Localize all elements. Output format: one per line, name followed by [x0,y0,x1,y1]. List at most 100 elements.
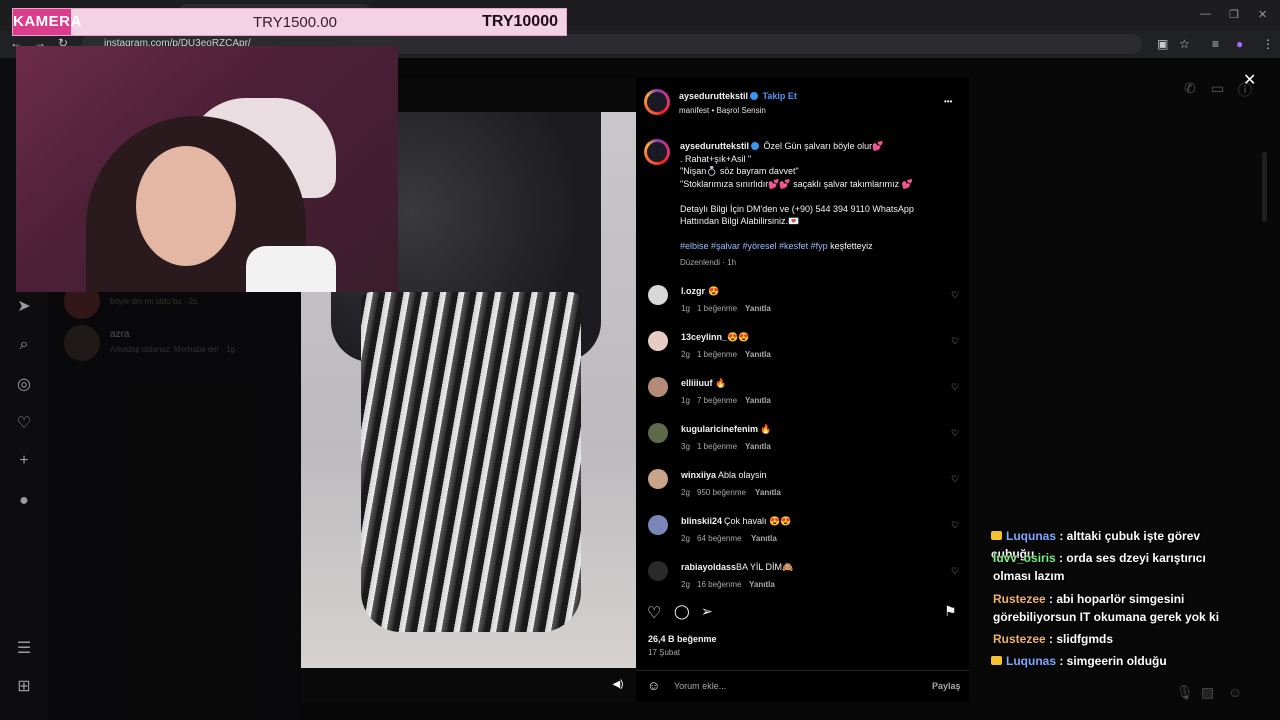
comment-time: 3g [681,442,690,451]
comment-user[interactable]: l.ozgr [681,286,705,296]
comment-like-icon[interactable]: ♡ [951,428,959,439]
caption-author[interactable]: ayseduruttekstil [680,141,749,151]
caption-avatar[interactable] [644,139,670,165]
chat-user: Luqunas [1006,654,1056,668]
create-plus-icon[interactable]: + [14,452,34,470]
playlist-icon[interactable]: ≡ [1212,37,1219,51]
comment-text: Abla olaysin [718,470,767,480]
minimize-icon[interactable]: — [1200,8,1211,20]
comment-bubble-icon[interactable]: ◯ [674,603,690,620]
close-icon[interactable]: ✕ [1243,70,1256,90]
hashtags: #elbise #şalvar #yöresel #kesfet #fyp ke… [680,241,873,251]
chat-text: : simgeerin olduğu [1059,654,1167,668]
chat-user: Rustezee [993,592,1046,606]
comment-time: 2g [681,534,690,543]
commenter-avatar[interactable] [648,377,668,397]
comment-text: 😍 [708,286,720,296]
reply-link[interactable]: Yanıtla [745,304,771,313]
commenter-avatar[interactable] [648,285,668,305]
donation-goal: TRY10000 [482,13,558,30]
follow-button[interactable]: Takip Et [763,91,797,101]
comment-time: 1g [681,396,690,405]
caption-line: "Stoklarımıza sınırlıdır💕💕 saçaklı şalva… [680,179,913,189]
comment-time: 2g [681,350,690,359]
commenter-avatar[interactable] [648,469,668,489]
comment-likes[interactable]: 1 beğenme [697,350,737,359]
messages-icon[interactable]: ➤ [14,296,34,316]
post-author[interactable]: ayseduruttekstil Takip Et [679,91,797,101]
meta-apps-icon[interactable]: ⊞ [14,676,34,696]
profile-avatar-icon[interactable]: ● [14,492,34,510]
bookmark-star-icon[interactable]: ☆ [1179,37,1190,51]
comment-likes[interactable]: 64 beğenme [697,534,741,543]
bookmark-icon[interactable]: ⚑ [944,603,957,620]
chat-message: Rustezee : abi hoparlör simgesini görebi… [993,590,1243,626]
comment-user[interactable]: 13ceylinn_ [681,332,727,342]
reply-link[interactable]: Yanıtla [749,580,775,589]
hashtag-links[interactable]: #elbise #şalvar #yöresel #kesfet #fyp [680,241,828,251]
comment-likes[interactable]: 7 beğenme [697,396,737,405]
comment-text: 🔥 [715,378,727,388]
comment-user[interactable]: blinskii24 [681,516,722,526]
audio-label[interactable]: manifest • Başrol Sensin [679,106,766,115]
comment-text: BA YİL DİM🙈 [736,562,794,572]
comment-like-icon[interactable]: ♡ [951,336,959,347]
comment-likes[interactable]: 950 beğenme [697,488,746,497]
menu-dots-icon[interactable]: ⋮ [1262,37,1274,51]
window-close-icon[interactable]: ✕ [1258,8,1267,21]
comment-like-icon[interactable]: ♡ [951,566,959,577]
chat-text: : slidfgmds [1049,632,1114,646]
cast-icon[interactable]: ▣ [1157,37,1168,51]
comment-likes[interactable]: 1 beğenme [697,442,737,451]
reply-link[interactable]: Yanıtla [755,488,781,497]
chat-user: Luqunas [1006,529,1056,543]
verified-icon [750,92,759,100]
chat-message: luvv_osiris : orda ses dzeyi karıştırıcı… [993,549,1243,585]
comment-user[interactable]: winxiiya [681,470,716,480]
commenter-avatar[interactable] [648,423,668,443]
donation-label: KAMERA [13,9,81,35]
verified-icon [751,142,760,150]
author-name[interactable]: ayseduruttekstil [679,91,748,101]
share-icon[interactable]: ➢ [701,603,713,620]
comment-like-icon[interactable]: ♡ [951,290,959,301]
comment-like-icon[interactable]: ♡ [951,382,959,393]
commenter-avatar[interactable] [648,515,668,535]
comment-likes[interactable]: 16 beğenme [697,580,741,589]
mute-icon[interactable]: ◀) [609,677,627,693]
reply-link[interactable]: Yanıtla [745,396,771,405]
notifications-heart-icon[interactable]: ♡ [14,413,34,433]
reply-link[interactable]: Yanıtla [745,350,771,359]
comment-like-icon[interactable]: ♡ [951,474,959,485]
comment-text: Çok havalı 😍😍 [724,516,792,526]
more-menu-icon[interactable]: ☰ [14,638,34,658]
caption-line: Hattından Bilgi Alabilirsiniz.💌 [680,216,800,226]
likes-count[interactable]: 26,4 B beğenme [648,634,717,644]
caption-line: "Nişan💍 söz bayram davvet" [680,166,799,176]
more-options-icon[interactable]: ••• [944,97,952,106]
post-date: 17 Şubat [648,648,681,657]
commenter-avatar[interactable] [648,331,668,351]
like-heart-icon[interactable]: ♡ [647,603,661,623]
comment-user[interactable]: rabiayoldass [681,562,736,572]
comment-text: 😍😍 [727,332,750,342]
comment-user[interactable]: elliiiuuf [681,378,713,388]
author-avatar[interactable] [644,89,670,115]
caption-line: . Rahat+şık+Asil " [680,154,752,164]
explore-icon[interactable]: ◎ [14,374,34,394]
reply-link[interactable]: Yanıtla [745,442,771,451]
commenter-avatar[interactable] [648,561,668,581]
comment-user[interactable]: kugularicinefenim [681,424,758,434]
webcam-face [136,146,236,266]
comment-likes[interactable]: 1 beğenme [697,304,737,313]
reply-link[interactable]: Yanıtla [751,534,777,543]
search-icon[interactable]: ⌕ [14,336,34,354]
share-comment-button[interactable]: Paylaş [932,681,961,691]
emoji-icon[interactable]: ☺ [647,678,660,693]
maximize-icon[interactable]: ❐ [1229,8,1239,21]
caption-line: Detaylı Bilgi İçin DM'den ve (+90) 544 3… [680,204,914,214]
extension-icon[interactable]: ● [1236,37,1243,51]
comment-like-icon[interactable]: ♡ [951,520,959,531]
comment-time: 2g [681,488,690,497]
comment-input[interactable]: Yorum ekle... [674,681,726,691]
